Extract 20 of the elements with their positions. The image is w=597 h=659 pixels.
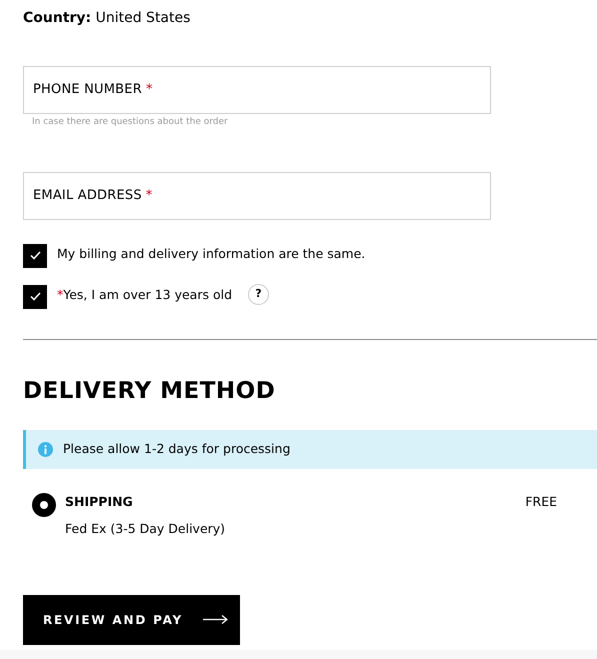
- country-text: Country: United States: [23, 9, 192, 28]
- alert-text: Please allow 1-2 days for processing: [63, 440, 290, 458]
- arrow-icon: [203, 615, 228, 624]
- checkbox[interactable]: [23, 284, 47, 308]
- check-icon: [30, 251, 40, 260]
- checkbox[interactable]: [23, 244, 47, 268]
- input-field[interactable]: EMAIL ADDRESS *: [23, 172, 491, 220]
- help-button[interactable]: ?: [248, 284, 269, 304]
- info-icon: [38, 442, 53, 457]
- check-icon: [30, 292, 40, 301]
- section-heading: DELIVERY METHOD: [23, 376, 276, 406]
- carrier-text: Fed Ex (3-5 Day Delivery): [65, 520, 226, 538]
- review-and-pay-button[interactable]: REVIEW AND PAY: [23, 594, 240, 644]
- input-field[interactable]: PHONE NUMBER *: [23, 66, 491, 114]
- field-hint: In case there are questions about the order: [32, 116, 229, 129]
- checkbox-label: *Yes, I am over 13 years old: [57, 286, 232, 304]
- shipping-name: SHIPPING: [65, 493, 134, 511]
- price-text: FREE: [525, 493, 557, 511]
- checkbox-label: My billing and delivery information are the same.: [57, 244, 366, 263]
- radio-button[interactable]: [32, 493, 56, 517]
